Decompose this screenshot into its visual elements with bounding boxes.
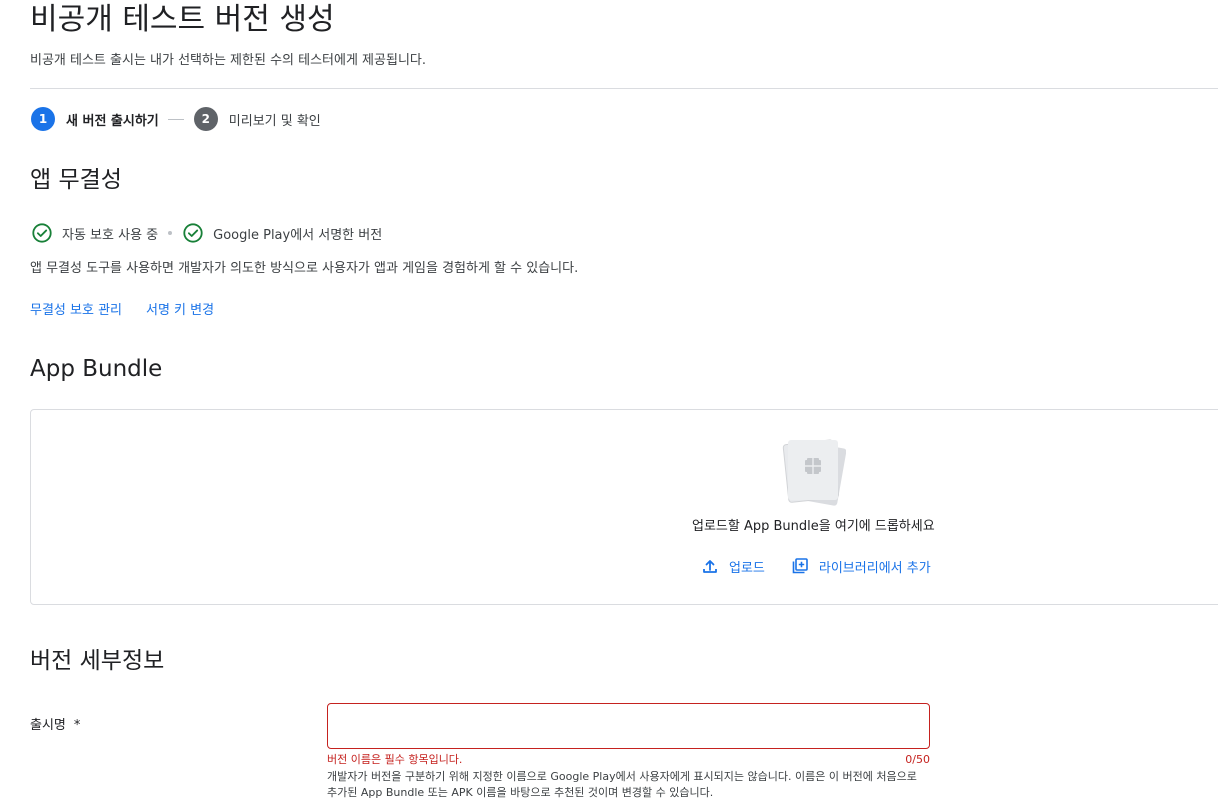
app-bundle-title: App Bundle — [30, 356, 163, 382]
integrity-status: 자동 보호 사용 중 Google Play에서 서명한 버전 — [31, 222, 382, 244]
app-integrity-description: 앱 무결성 도구를 사용하면 개발자가 의도한 방식으로 사용자가 앱과 게임을… — [30, 261, 579, 276]
dropzone-instruction: 업로드할 App Bundle을 여기에 드롭하세요 — [692, 519, 935, 534]
add-from-library-button[interactable]: 라이브러리에서 추가 — [791, 557, 931, 576]
release-name-label: 출시명 * — [30, 717, 80, 735]
step-preview-confirm[interactable]: 2 미리보기 및 확인 — [193, 107, 321, 131]
app-integrity-title: 앱 무결성 — [30, 167, 122, 193]
integrity-links: 무결성 보호 관리 서명 키 변경 — [30, 302, 238, 320]
upload-label: 업로드 — [729, 560, 765, 576]
step-label: 미리보기 및 확인 — [228, 113, 321, 129]
dot-separator — [168, 231, 173, 235]
release-name-validation: 버전 이름은 필수 항목입니다. 0/50 — [327, 753, 930, 767]
add-from-library-label: 라이브러리에서 추가 — [818, 560, 931, 576]
step-connector — [167, 118, 184, 120]
check-circle-icon — [32, 223, 52, 243]
release-stepper: 1 새 버전 출시하기 2 미리보기 및 확인 — [31, 107, 321, 131]
step-new-release[interactable]: 1 새 버전 출시하기 — [31, 107, 159, 131]
library-add-icon — [792, 558, 808, 574]
play-signing-status: Google Play에서 서명한 버전 — [213, 227, 383, 243]
upload-button[interactable]: 업로드 — [701, 557, 765, 576]
release-name-error: 버전 이름은 필수 항목입니다. — [327, 753, 463, 766]
page: 비공개 테스트 버전 생성 비공개 테스트 출시는 내가 선택하는 제한된 수의… — [0, 0, 1218, 809]
step-number-badge: 2 — [193, 107, 218, 131]
header-divider — [30, 88, 1218, 89]
required-marker: * — [73, 718, 81, 733]
release-details-title: 버전 세부정보 — [30, 648, 165, 674]
auto-protection-status: 자동 보호 사용 중 — [62, 227, 159, 243]
dropzone-actions: 업로드 라이브러리에서 추가 — [701, 555, 931, 577]
step-number-badge: 1 — [31, 107, 55, 131]
check-circle-icon — [183, 223, 203, 243]
release-name-input[interactable] — [327, 703, 930, 749]
app-bundle-dropzone[interactable] — [30, 409, 1218, 605]
page-title: 비공개 테스트 버전 생성 — [30, 2, 335, 37]
release-name-label-text: 출시명 — [30, 718, 66, 733]
release-name-helper: 개발자가 버전을 구분하기 위해 지정한 이름으로 Google Play에서 … — [327, 770, 917, 799]
step-label: 새 버전 출시하기 — [66, 113, 159, 129]
release-name-counter: 0/50 — [905, 753, 930, 766]
app-bundle-icon — [782, 439, 846, 506]
change-signing-key-link[interactable]: 서명 키 변경 — [146, 302, 214, 320]
upload-icon — [703, 560, 717, 573]
page-subtitle: 비공개 테스트 출시는 내가 선택하는 제한된 수의 테스터에게 제공됩니다. — [30, 53, 426, 68]
manage-integrity-link[interactable]: 무결성 보호 관리 — [30, 302, 122, 320]
